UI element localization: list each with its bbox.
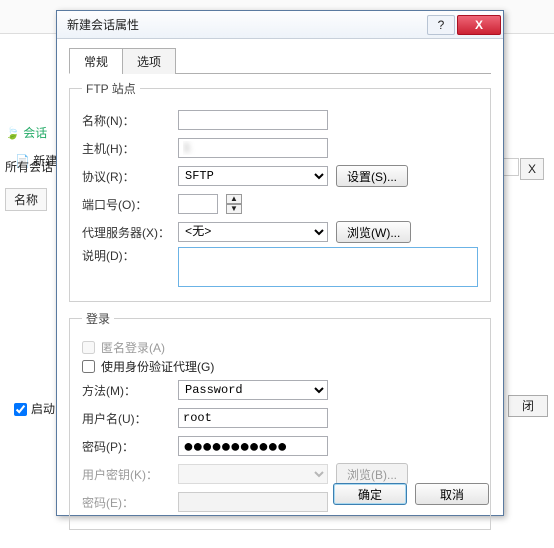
anon-label: 匿名登录(A) — [101, 339, 165, 356]
port-spinner[interactable]: ▲ ▼ — [226, 194, 242, 214]
row-desc: 说明(D)： — [82, 247, 478, 287]
host-input[interactable] — [178, 138, 328, 158]
key-label: 用户密钥(K)： — [82, 466, 178, 483]
login-legend: 登录 — [82, 310, 114, 327]
bg-startup-check[interactable]: 启动 — [14, 400, 55, 417]
desc-textarea[interactable] — [178, 247, 478, 287]
titlebar[interactable]: 新建会话属性 ? X — [57, 11, 503, 39]
dialog-footer: 确定 取消 — [333, 483, 489, 505]
session-properties-dialog: 新建会话属性 ? X 常规 选项 FTP 站点 名称(N)： 主机(H)： 协议… — [56, 10, 504, 516]
method-label: 方法(M)： — [82, 382, 178, 399]
close-button[interactable]: X — [457, 15, 501, 35]
spin-down-icon[interactable]: ▼ — [226, 204, 242, 214]
dialog-body: 常规 选项 FTP 站点 名称(N)： 主机(H)： 协议(R)： SFTP 设… — [57, 39, 503, 548]
name-input[interactable] — [178, 110, 328, 130]
key-browse-button: 浏览(B)... — [336, 463, 408, 485]
user-label: 用户名(U)： — [82, 410, 178, 427]
bg-startup-checkbox[interactable] — [14, 403, 27, 416]
bg-close-button[interactable]: 闭 — [508, 395, 548, 417]
pass-input[interactable] — [178, 436, 328, 456]
spin-up-icon[interactable]: ▲ — [226, 194, 242, 204]
protocol-select[interactable]: SFTP — [178, 166, 328, 186]
row-proxy: 代理服务器(X)： <无> 浏览(W)... — [82, 219, 478, 245]
desc-label: 说明(D)： — [82, 247, 178, 264]
dialog-title: 新建会话属性 — [67, 16, 425, 33]
settings-button[interactable]: 设置(S)... — [336, 165, 408, 187]
auth-proxy-check[interactable]: 使用身份验证代理(G) — [82, 358, 478, 375]
tab-strip: 常规 选项 — [69, 47, 491, 74]
row-user: 用户名(U)： — [82, 405, 478, 431]
bg-session-text: 会话 — [23, 126, 47, 140]
host-label: 主机(H)： — [82, 140, 178, 157]
row-port: 端口号(O)： ▲ ▼ — [82, 191, 478, 217]
protocol-label: 协议(R)： — [82, 168, 178, 185]
anon-check: 匿名登录(A) — [82, 339, 478, 356]
method-select[interactable]: Password — [178, 380, 328, 400]
port-input[interactable] — [178, 194, 218, 214]
ok-button[interactable]: 确定 — [333, 483, 407, 505]
row-method: 方法(M)： Password — [82, 377, 478, 403]
row-host: 主机(H)： — [82, 135, 478, 161]
tab-options[interactable]: 选项 — [122, 48, 176, 74]
ftp-group: FTP 站点 名称(N)： 主机(H)： 协议(R)： SFTP 设置(S)..… — [69, 80, 491, 302]
tab-general[interactable]: 常规 — [69, 48, 123, 74]
bg-x-button[interactable]: X — [520, 158, 544, 180]
row-name: 名称(N)： — [82, 107, 478, 133]
name-label: 名称(N)： — [82, 112, 178, 129]
cancel-button[interactable]: 取消 — [415, 483, 489, 505]
anon-checkbox — [82, 341, 95, 354]
auth-proxy-checkbox[interactable] — [82, 360, 95, 373]
pass-label: 密码(P)： — [82, 438, 178, 455]
user-input[interactable] — [178, 408, 328, 428]
row-protocol: 协议(R)： SFTP 设置(S)... — [82, 163, 478, 189]
auth-proxy-label: 使用身份验证代理(G) — [101, 358, 214, 375]
keypass-label: 密码(E)： — [82, 494, 178, 511]
row-pass: 密码(P)： — [82, 433, 478, 459]
keypass-input — [178, 492, 328, 512]
bg-session-label: 🍃 会话 — [5, 124, 47, 141]
ftp-legend: FTP 站点 — [82, 80, 140, 97]
help-button[interactable]: ? — [427, 15, 455, 35]
key-select — [178, 464, 328, 484]
proxy-browse-button[interactable]: 浏览(W)... — [336, 221, 411, 243]
bg-name-col[interactable]: 名称 — [5, 188, 47, 211]
bg-all-sessions: 所有会话 — [5, 158, 53, 175]
bg-startup-label: 启动 — [31, 402, 55, 416]
port-label: 端口号(O)： — [82, 196, 178, 213]
proxy-label: 代理服务器(X)： — [82, 224, 178, 241]
proxy-select[interactable]: <无> — [178, 222, 328, 242]
